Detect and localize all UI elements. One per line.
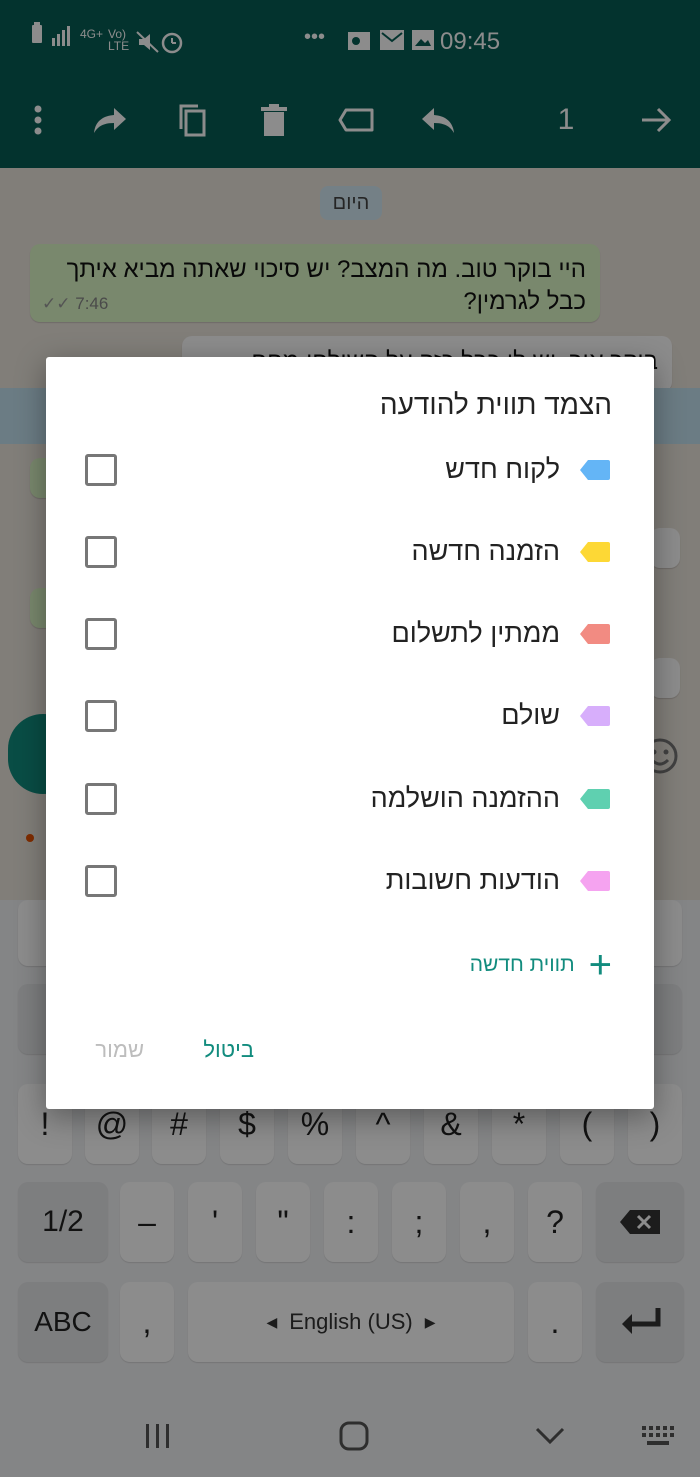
label-option-text: שולם [501,700,560,730]
save-button[interactable]: שמור [95,1037,144,1063]
label-option-new-order[interactable]: הזמנה חדשה [46,510,654,592]
label-option-checkbox[interactable] [85,700,117,732]
label-option-new-customer[interactable]: לקוח חדש [46,428,654,510]
tag-icon [580,624,610,644]
label-option-text: ממתין לתשלום [391,618,561,648]
tag-icon [580,871,610,891]
label-option-text: ההזמנה הושלמה [370,783,560,813]
dialog-title: הצמד תווית להודעה [379,389,612,420]
tag-icon [580,460,610,480]
new-label-button[interactable]: + תווית חדשה [470,945,612,985]
label-option-paid[interactable]: שולם [46,674,654,756]
label-option-order-completed[interactable]: ההזמנה הושלמה [46,757,654,839]
label-option-checkbox[interactable] [85,536,117,568]
label-option-text: הודעות חשובות [385,865,560,895]
label-option-text: הזמנה חדשה [411,536,560,566]
label-option-text: לקוח חדש [445,454,560,484]
tag-icon [580,789,610,809]
label-option-checkbox[interactable] [85,865,117,897]
label-option-pending-payment[interactable]: ממתין לתשלום [46,592,654,674]
plus-icon: + [588,943,612,987]
label-option-important[interactable]: הודעות חשובות [46,839,654,921]
new-label-text: תווית חדשה [469,953,575,976]
label-option-checkbox[interactable] [85,618,117,650]
tag-icon [580,706,610,726]
label-option-checkbox[interactable] [85,454,117,486]
attach-label-dialog: הצמד תווית להודעה לקוח חדש הזמנה חדשה ממ… [46,357,654,1109]
tag-icon [580,542,610,562]
cancel-button[interactable]: ביטול [203,1037,254,1063]
label-option-checkbox[interactable] [85,783,117,815]
